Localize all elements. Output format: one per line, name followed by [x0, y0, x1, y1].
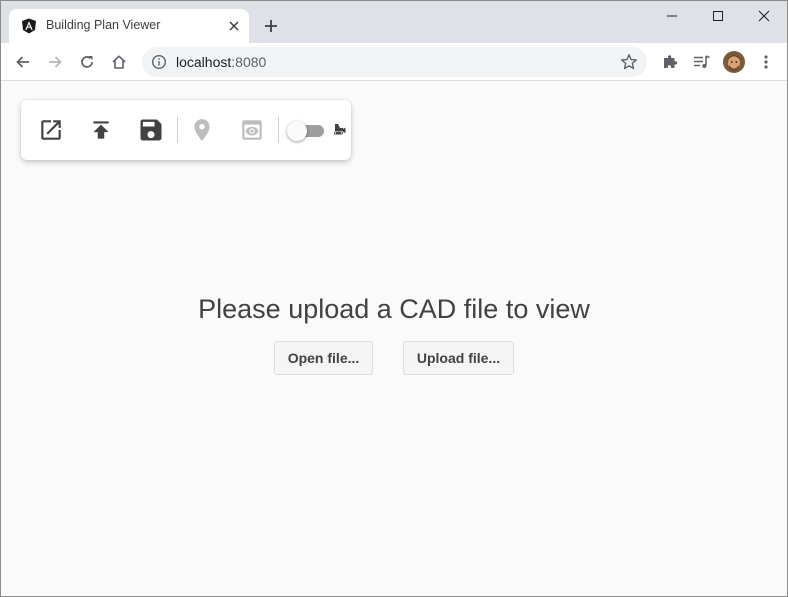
- kebab-menu-icon: [764, 55, 768, 69]
- toolbar-divider: [177, 117, 178, 143]
- location-pin-icon: [194, 119, 210, 141]
- maximize-icon: [713, 11, 723, 21]
- profile-avatar-icon: [723, 51, 745, 73]
- upload-file-button[interactable]: Upload file...: [403, 341, 514, 375]
- location-pin-button[interactable]: [187, 115, 217, 145]
- info-icon[interactable]: [151, 54, 167, 70]
- new-tab-button[interactable]: [260, 15, 282, 37]
- star-icon[interactable]: [620, 53, 638, 71]
- minimize-icon: [667, 15, 677, 17]
- back-button[interactable]: [9, 48, 37, 76]
- viewer-toolbar: [21, 100, 351, 160]
- save-button[interactable]: [136, 115, 166, 145]
- preview-icon: [242, 120, 262, 140]
- angular-favicon: [22, 18, 36, 34]
- forward-arrow-icon: [49, 56, 62, 68]
- tab-close-button[interactable]: [225, 17, 243, 35]
- home-button[interactable]: [105, 48, 133, 76]
- open-button[interactable]: [36, 115, 66, 145]
- url-port: :8080: [231, 54, 267, 70]
- plus-icon: [265, 20, 277, 32]
- mode-toggle[interactable]: [287, 121, 327, 141]
- profile-avatar[interactable]: [723, 51, 745, 73]
- tab-title: Building Plan Viewer: [46, 18, 161, 32]
- reload-icon: [81, 56, 93, 68]
- browser-window: Building Plan Viewer localhost:8080 Plea…: [0, 0, 788, 597]
- window-close-button[interactable]: [741, 1, 787, 31]
- browser-toolbar: localhost:8080: [1, 43, 787, 81]
- browser-menu-button[interactable]: [753, 49, 779, 75]
- window-maximize-button[interactable]: [695, 1, 741, 31]
- tab-strip: Building Plan Viewer: [1, 1, 787, 43]
- browser-tab[interactable]: Building Plan Viewer: [9, 9, 249, 43]
- toggle-thumb: [287, 121, 307, 141]
- forward-button[interactable]: [41, 48, 69, 76]
- back-arrow-icon: [16, 56, 29, 68]
- window-minimize-button[interactable]: [649, 1, 695, 31]
- upload-prompt: Please upload a CAD file to view: [198, 294, 590, 324]
- puzzle-icon: [664, 55, 678, 68]
- close-icon: [758, 10, 770, 22]
- open-in-new-icon: [41, 120, 61, 140]
- media-queue-icon: [694, 55, 710, 68]
- url-host: localhost: [176, 54, 232, 70]
- save-icon: [140, 119, 162, 141]
- upload-button[interactable]: [86, 115, 116, 145]
- home-icon: [112, 55, 126, 69]
- media-queue-button[interactable]: [689, 49, 715, 75]
- extensions-button[interactable]: [657, 49, 683, 75]
- url-text[interactable]: localhost:8080: [176, 54, 266, 70]
- reload-button[interactable]: [73, 48, 101, 76]
- upload-icon: [93, 121, 109, 139]
- close-icon: [229, 21, 239, 31]
- open-file-button[interactable]: Open file...: [274, 341, 373, 375]
- toolbar-divider: [278, 117, 279, 143]
- preview-button[interactable]: [237, 115, 267, 145]
- address-bar[interactable]: localhost:8080: [142, 47, 647, 77]
- bulldozer-icon: [334, 124, 346, 135]
